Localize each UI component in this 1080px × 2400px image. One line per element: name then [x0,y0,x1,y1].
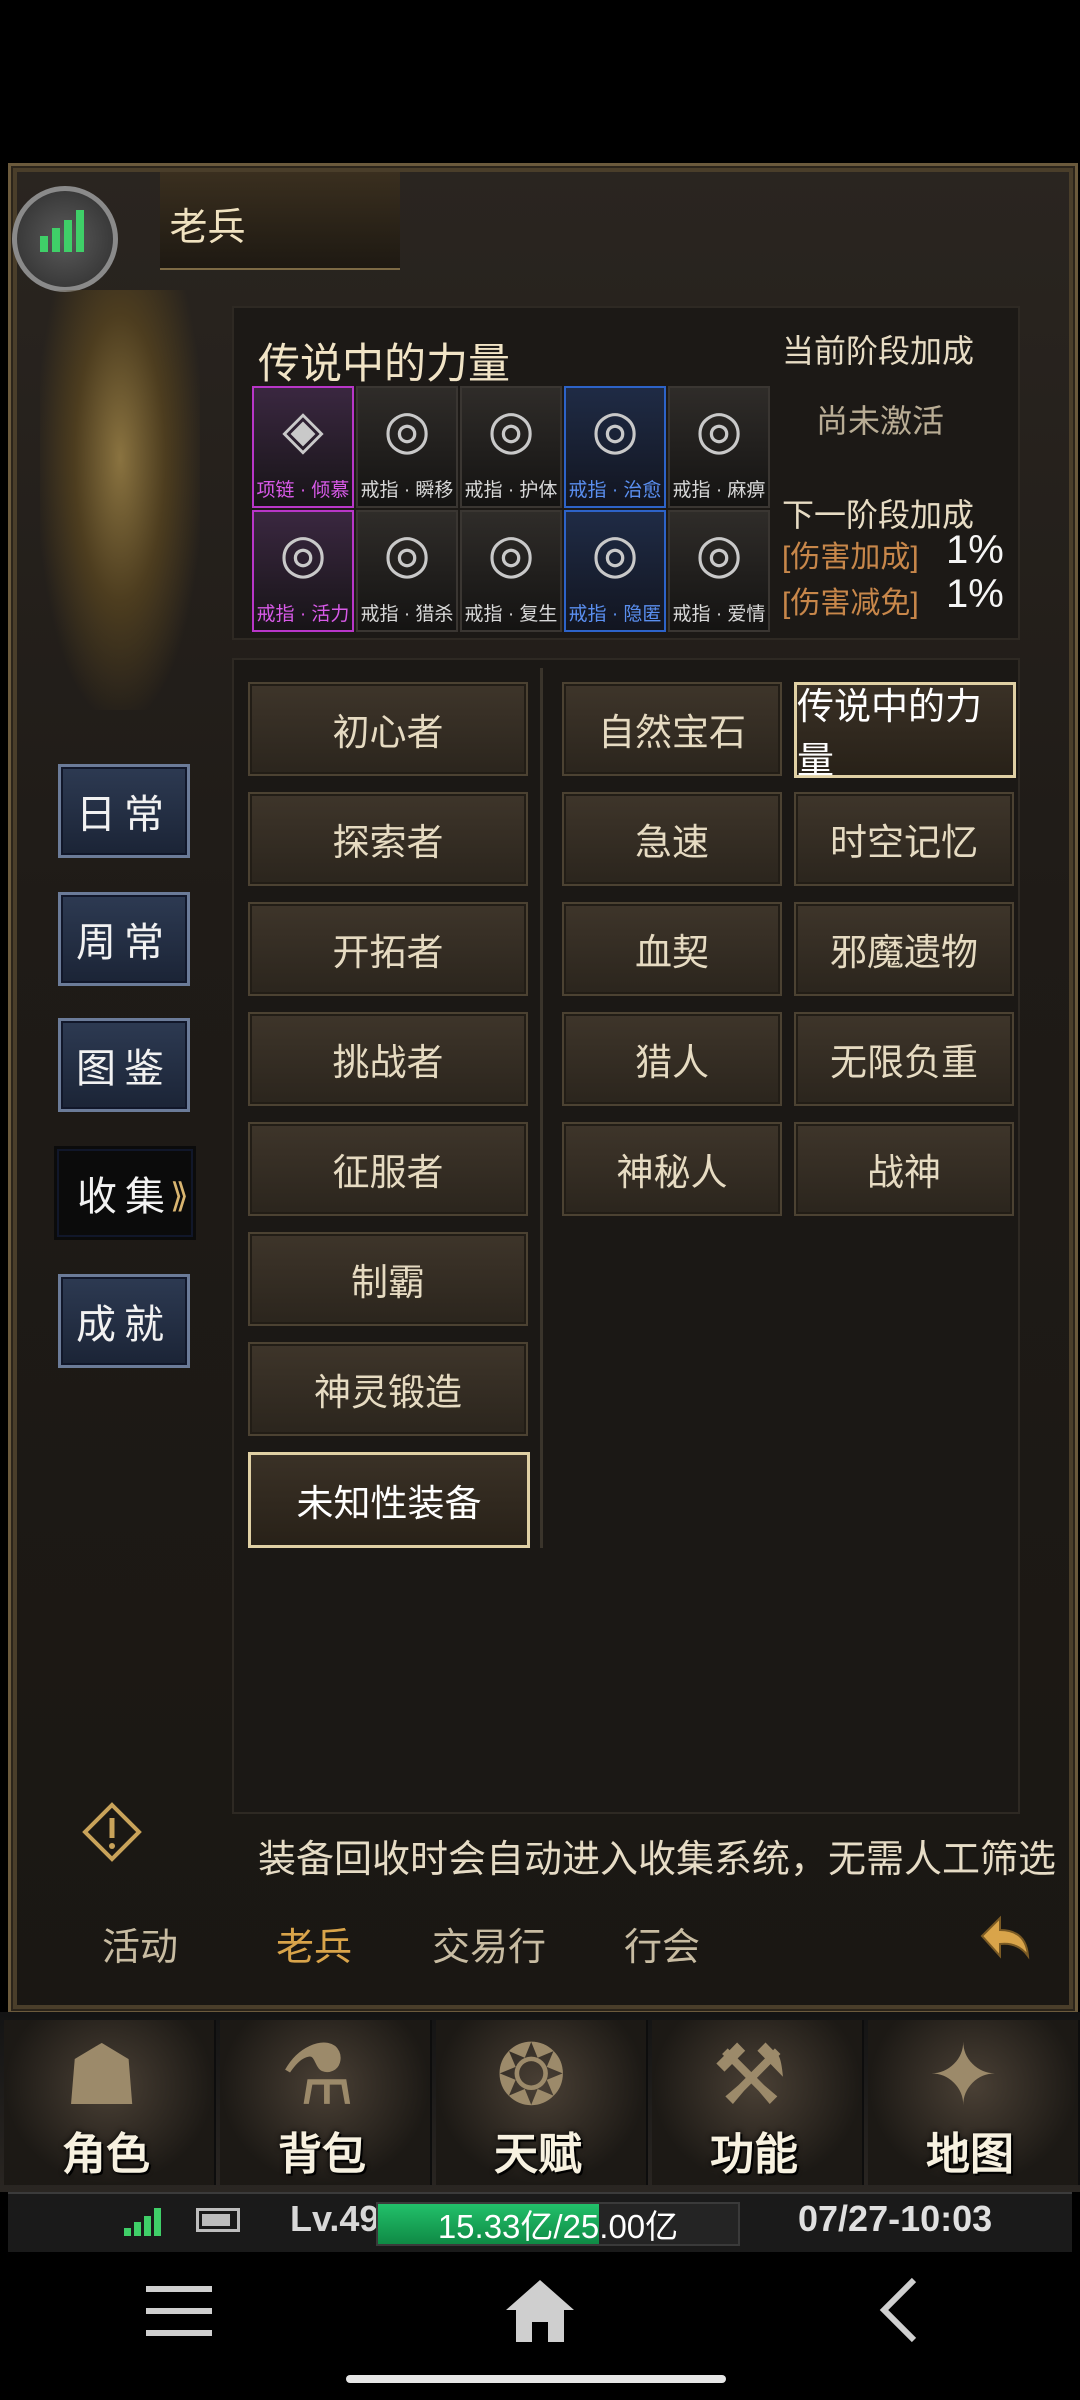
item-label: 戒指 · 猎杀 [360,604,454,625]
ring-icon: ◎ [383,524,431,584]
collection-item[interactable]: ◎ 戒指 · 护体 [460,386,562,508]
category-button[interactable]: 开拓者 [248,902,528,996]
map-icon: ✦ [928,2028,999,2122]
category-button[interactable]: 时空记忆 [794,792,1014,886]
collection-item[interactable]: ◎ 戒指 · 治愈 [564,386,666,508]
item-label: 戒指 · 复生 [464,604,558,625]
side-tab-weekly[interactable]: 周常 [58,892,190,986]
ring-icon: ◎ [487,524,535,584]
ring-icon: ◎ [591,524,639,584]
collection-item[interactable]: ◎ 戒指 · 复生 [460,510,562,632]
menu-label: 地图 [926,2130,1014,2179]
ring-icon: ◎ [279,524,327,584]
item-label: 戒指 · 麻痹 [672,480,766,501]
ring-icon: ◎ [695,400,743,460]
menu-icon[interactable] [146,2282,212,2340]
ring-icon: ◎ [383,400,431,460]
category-button[interactable]: 邪魔遗物 [794,902,1014,996]
menu-label: 功能 [710,2130,798,2179]
character-icon: ☗ [64,2028,140,2122]
menu-label: 角色 [62,2130,150,2179]
backpack-icon: ⚗ [280,2028,356,2122]
menu-label: 天赋 [494,2130,582,2179]
category-button[interactable]: 征服者 [248,1122,528,1216]
category-button[interactable]: 无限负重 [794,1012,1014,1106]
collection-item[interactable]: ◎ 戒指 · 活力 [252,510,354,632]
category-button[interactable]: 急速 [562,792,782,886]
menu-function[interactable]: ⚒ 功能 [652,2020,864,2185]
collection-item[interactable]: ◎ 戒指 · 爱情 [668,510,770,632]
talent-icon: ❂ [496,2028,567,2122]
collection-item[interactable]: ◎ 戒指 · 隐匿 [564,510,666,632]
ring-icon: ◎ [591,400,639,460]
collection-item[interactable]: ◎ 戒指 · 猎杀 [356,510,458,632]
function-icon: ⚒ [712,2028,788,2122]
clock: 07/27-10:03 [798,2198,993,2239]
menu-backpack[interactable]: ⚗ 背包 [220,2020,432,2185]
item-label: 戒指 · 隐匿 [568,604,662,625]
category-button[interactable]: 战神 [794,1122,1014,1216]
home-icon[interactable] [504,2276,576,2344]
battery-icon [196,2208,240,2232]
back-arrow-icon[interactable] [968,1906,1038,1976]
category-button[interactable]: 神灵锻造 [248,1342,528,1436]
bonus-value: 1% [946,572,1004,616]
tip-text: 装备回收时会自动进入收集系统，无需人工筛选 [258,1839,1057,1881]
dragon-ornament [40,290,200,710]
current-stage-value: 尚未激活 [816,403,945,439]
item-label: 戒指 · 爱情 [672,604,766,625]
menu-label: 背包 [278,2130,366,2179]
category-button[interactable]: 探索者 [248,792,528,886]
collection-title: 传说中的力量 [258,340,511,387]
category-button[interactable]: 传说中的力量 [794,682,1016,781]
signal-strength-icon [124,2206,168,2236]
menu-map[interactable]: ✦ 地图 [868,2020,1080,2185]
necklace-icon: ◈ [282,400,324,460]
category-button[interactable]: 神秘人 [562,1122,782,1216]
category-button[interactable]: 制霸 [248,1232,528,1326]
side-tab-codex[interactable]: 图鉴 [58,1018,190,1112]
collection-item[interactable]: ◎ 戒指 · 瞬移 [356,386,458,508]
category-button[interactable]: 初心者 [248,682,528,776]
item-label: 戒指 · 瞬移 [360,480,454,501]
category-button[interactable]: 未知性装备 [248,1452,530,1548]
category-button[interactable]: 自然宝石 [562,682,782,776]
tab-veteran[interactable]: 老兵 [276,1916,352,1971]
collection-item[interactable]: ◎ 戒指 · 麻痹 [668,386,770,508]
side-tab-daily[interactable]: 日常 [58,764,190,858]
item-label: 戒指 · 活力 [256,604,350,625]
category-button[interactable]: 猎人 [562,1012,782,1106]
tab-activity[interactable]: 活动 [102,1916,178,1971]
bonus-name: [伤害加成] [782,541,919,574]
signal-icon [40,208,84,252]
warning-icon[interactable] [82,1802,142,1862]
exp-text: 15.33亿/25.00亿 [437,2208,679,2245]
ring-icon: ◎ [487,400,535,460]
item-label: 戒指 · 治愈 [568,480,662,501]
side-tab-achievement[interactable]: 成就 [58,1274,190,1368]
selected-arrow-icon: ⟫ [170,1177,189,1215]
bonus-name: [伤害减免] [782,587,919,620]
menu-talent[interactable]: ❂ 天赋 [436,2020,648,2185]
column-divider [540,668,543,1548]
home-indicator[interactable] [346,2375,726,2383]
bonus-value: 1% [946,528,1004,572]
category-button[interactable]: 血契 [562,902,782,996]
tab-guild[interactable]: 行会 [624,1916,700,1971]
item-label: 戒指 · 护体 [464,480,558,501]
back-icon[interactable] [876,2276,920,2344]
window-title: 老兵 [169,207,246,249]
tab-trading-house[interactable]: 交易行 [432,1916,546,1971]
current-stage-label: 当前阶段加成 [782,333,975,369]
category-button[interactable]: 挑战者 [248,1012,528,1106]
player-level: Lv.49 [290,2198,380,2239]
menu-character[interactable]: ☗ 角色 [4,2020,216,2185]
item-label: 项链 · 倾慕 [256,480,350,501]
collection-item[interactable]: ◈ 项链 · 倾慕 [252,386,354,508]
ring-icon: ◎ [695,524,743,584]
